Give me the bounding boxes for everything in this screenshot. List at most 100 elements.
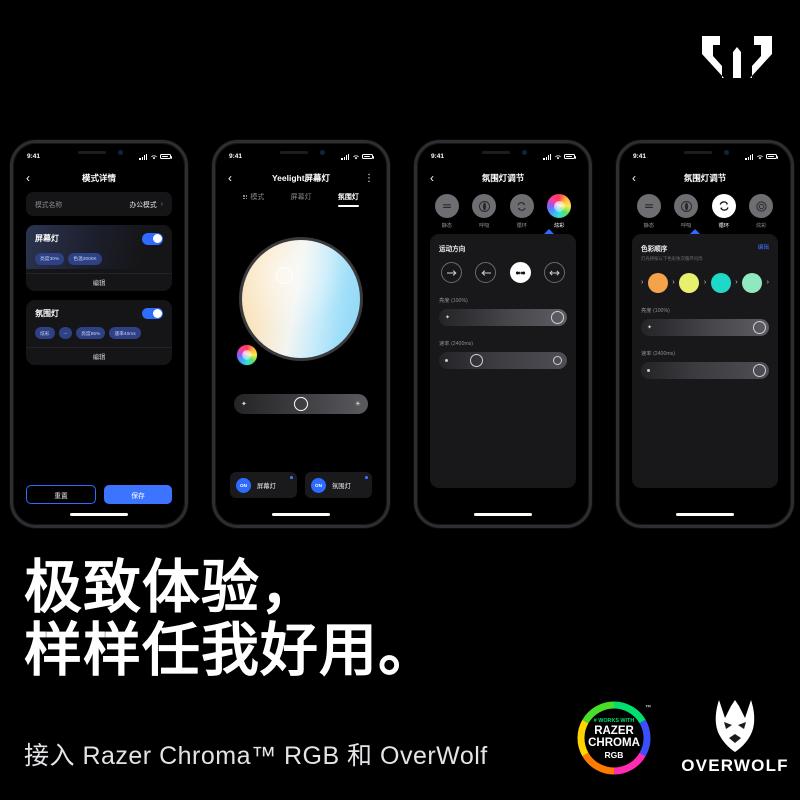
- mode-static[interactable]: 静态: [430, 194, 464, 229]
- slider-knob[interactable]: [551, 311, 564, 324]
- device-tags: 亮度30% 色温3000K: [35, 252, 163, 265]
- page-title: 氛围灯调节: [481, 173, 525, 183]
- battery-icon: [564, 153, 576, 160]
- brightness-text: 亮度: [439, 298, 450, 304]
- subline: 接入 Razer Chroma™ RGB 和 OverWolf: [24, 742, 488, 770]
- reset-button[interactable]: 重置: [26, 485, 96, 504]
- tab-label: 模式: [250, 194, 265, 201]
- power-card-label: 屏幕灯: [257, 482, 276, 490]
- dim-icon: ✦: [241, 401, 247, 408]
- device-name: 屏幕灯: [35, 234, 59, 244]
- razer-works-with: # WORKS WITH: [594, 718, 635, 724]
- page-title: Yeelight屏幕灯: [271, 173, 331, 183]
- brightness-value: (100%): [451, 298, 468, 304]
- headline-line-1: 极致体验，: [24, 555, 320, 620]
- home-indicator: [474, 513, 532, 516]
- phone3-screen: 9:41 ‹ 氛围灯调节 静态 呼吸 循环 炫彩 运动方向 亮度 (100%) …: [420, 146, 586, 522]
- static-icon: [636, 194, 661, 218]
- mode-label: 静态: [643, 223, 655, 229]
- notch: [264, 146, 338, 161]
- mode-name-row[interactable]: 模式名称 办公模式 ›: [26, 192, 172, 216]
- phone1-body: 模式名称 办公模式 › 屏幕灯 亮度30% 色温3000K 编辑 氛围灯 炫彩 …: [26, 192, 172, 366]
- back-button[interactable]: ‹: [632, 172, 646, 184]
- status-time: 9:41: [431, 153, 445, 160]
- phone2-navbar: ‹ Yeelight屏幕灯 ⋮: [218, 166, 384, 190]
- tab-modes[interactable]: 模式: [243, 192, 264, 207]
- direction-right-icon[interactable]: [441, 262, 462, 283]
- phone-mockup-1: 9:41 ‹ 模式详情 模式名称 办公模式 › 屏幕灯 亮度30% 色温3000…: [10, 140, 188, 528]
- slider-knob[interactable]: [753, 320, 766, 334]
- color-swatch-1[interactable]: [647, 272, 668, 293]
- rate-slider[interactable]: [641, 361, 769, 379]
- power-badge[interactable]: ON: [236, 477, 251, 493]
- brightness-slider[interactable]: ✦: [439, 309, 567, 326]
- page-title: 模式详情: [81, 173, 116, 183]
- device-edit-button[interactable]: 编辑: [26, 347, 172, 365]
- rate-label: 速率 (2400ms): [641, 350, 769, 357]
- phone3-settings-panel: 运动方向 亮度 (100%) ✦ 速率 (2400ms): [430, 229, 576, 488]
- direction-converge-icon[interactable]: [509, 262, 531, 283]
- svg-text:CHROMA: CHROMA: [588, 737, 640, 749]
- tag-brightness: 亮度30%: [35, 252, 65, 265]
- headline-line-2: 样样任我好用。: [24, 618, 438, 684]
- device-toggle[interactable]: [142, 233, 163, 245]
- wheel-selector-knob[interactable]: [276, 267, 293, 284]
- direction-left-icon[interactable]: [475, 262, 497, 283]
- more-options-icon[interactable]: ⋮: [360, 173, 374, 184]
- phone-mockup-2: 9:41 ‹ Yeelight屏幕灯 ⋮ 模式 屏幕灯 氛围灯 ✦ ☀ ON 屏…: [212, 140, 390, 528]
- save-button[interactable]: 保存: [104, 485, 172, 504]
- rate-label: 速率 (2400ms): [439, 340, 567, 347]
- brightness-slider[interactable]: ✦: [641, 318, 769, 336]
- mode-rainbow[interactable]: 炫彩: [744, 194, 778, 229]
- mode-label: 循环: [718, 223, 730, 229]
- slider-knob[interactable]: [469, 354, 483, 367]
- rate-slider[interactable]: [439, 352, 567, 369]
- tab-screen-lamp[interactable]: 屏幕灯: [291, 192, 312, 207]
- power-card-screen-lamp[interactable]: ON 屏幕灯: [230, 472, 297, 498]
- mode-label: 炫彩: [755, 223, 767, 229]
- svg-text:™: ™: [645, 704, 651, 711]
- mode-label: 静态: [441, 223, 453, 229]
- color-temperature-wheel[interactable]: [236, 237, 363, 366]
- battery-icon: [362, 153, 374, 160]
- back-button[interactable]: ‹: [26, 172, 40, 184]
- battery-icon: [160, 153, 172, 160]
- slider-knob[interactable]: [294, 397, 308, 411]
- phone1-navbar: ‹ 模式详情: [16, 166, 182, 190]
- home-indicator: [676, 513, 734, 516]
- sequence-arrow-icon: ›: [641, 279, 644, 286]
- power-card-ambient-lamp[interactable]: ON 氛围灯: [305, 472, 372, 498]
- mode-cycle[interactable]: 循环: [505, 194, 539, 229]
- sequence-arrow-icon: ›: [672, 279, 675, 286]
- back-button[interactable]: ‹: [430, 172, 444, 184]
- direction-diverge-icon[interactable]: [543, 262, 565, 283]
- sequence-arrow-icon: ›: [766, 279, 769, 286]
- mode-static[interactable]: 静态: [632, 194, 666, 229]
- rate-text: 速率: [641, 350, 652, 357]
- device-toggle[interactable]: [142, 307, 163, 320]
- wifi-icon: [150, 154, 157, 159]
- back-button[interactable]: ‹: [228, 172, 242, 184]
- slider-knob[interactable]: [753, 363, 766, 377]
- tag-brightness: 亮度85%: [76, 327, 106, 340]
- tab-ambient-lamp[interactable]: 氛围灯: [337, 192, 359, 207]
- color-swatch-3[interactable]: [710, 272, 731, 293]
- device-edit-button[interactable]: 编辑: [26, 272, 172, 291]
- phone4-effect-modes: 静态 呼吸 循环 炫彩: [622, 194, 788, 229]
- power-card-label: 氛围灯: [332, 482, 351, 490]
- brightness-slider[interactable]: ✦ ☀: [234, 394, 368, 414]
- color-swatch-2[interactable]: [679, 272, 700, 293]
- edit-link[interactable]: 编辑: [758, 243, 769, 251]
- rate-text: 速率: [439, 341, 450, 347]
- power-badge[interactable]: ON: [311, 477, 326, 493]
- razer-chroma-badge: # WORKS WITH RAZER CHROMA RGB ™: [573, 697, 655, 779]
- mode-cycle[interactable]: 循环: [707, 194, 741, 229]
- color-swatch-4[interactable]: [742, 272, 763, 293]
- rgb-color-picker-icon[interactable]: [236, 344, 258, 366]
- tag-rate: 速率40ms: [109, 327, 141, 340]
- mode-rainbow[interactable]: 炫彩: [542, 194, 576, 229]
- home-indicator: [272, 513, 330, 516]
- mode-breathe[interactable]: 呼吸: [669, 194, 703, 229]
- svg-text:RAZER: RAZER: [594, 725, 634, 737]
- mode-breathe[interactable]: 呼吸: [467, 194, 501, 229]
